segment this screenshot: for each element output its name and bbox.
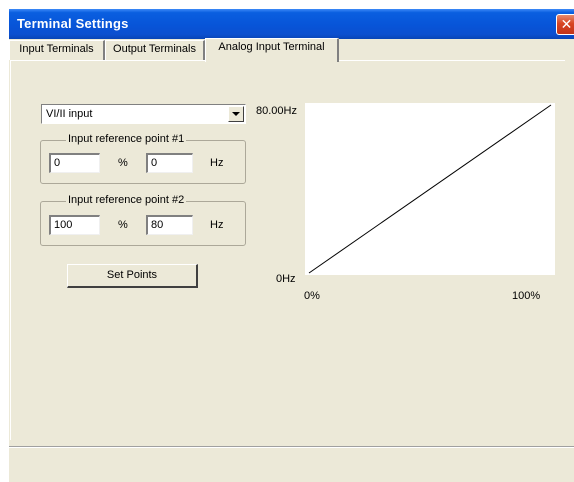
ref-point-1-percent-unit: % [118, 157, 128, 169]
input-type-value: VI/II input [46, 108, 93, 120]
close-icon[interactable]: ✕ [556, 14, 574, 35]
tab-output-terminals[interactable]: Output Terminals [105, 40, 205, 60]
ref-point-2-label: Input reference point #2 [66, 194, 187, 206]
chart-svg [308, 104, 552, 274]
x-tick-label-min: 0% [304, 290, 320, 302]
footer-divider-highlight [9, 447, 574, 448]
ref-point-2-hz-input[interactable]: 80 [146, 215, 193, 235]
ref-point-1-percent-input[interactable]: 0 [49, 153, 100, 173]
input-type-select[interactable]: VI/II input [41, 104, 246, 124]
title-bar[interactable]: Terminal Settings ✕ [9, 9, 574, 39]
ref-point-2-group: Input reference point #2 100 % 80 Hz [40, 194, 246, 246]
y-tick-label-max: 80.00Hz [256, 105, 297, 117]
ref-point-2-percent-input[interactable]: 100 [49, 215, 100, 235]
x-tick-label-max: 100% [512, 290, 541, 302]
tab-label: Output Terminals [113, 43, 196, 55]
series-line-0 [308, 104, 552, 274]
tab-input-terminals[interactable]: Input Terminals [9, 40, 105, 60]
tab-analog-input-terminal[interactable]: Analog Input Terminal [205, 38, 339, 62]
ref-point-2-hz-unit: Hz [210, 219, 224, 231]
ref-point-2-percent-unit: % [118, 219, 128, 231]
ref-point-1-label: Input reference point #1 [66, 133, 187, 145]
ref-point-1-hz-input[interactable]: 0 [146, 153, 193, 173]
tab-label: Input Terminals [19, 43, 94, 55]
ref-point-1-hz-unit: Hz [210, 157, 224, 169]
plot-area [305, 103, 555, 275]
chevron-down-icon[interactable] [228, 106, 244, 122]
y-tick-label-min: 0Hz [276, 273, 296, 285]
window-title: Terminal Settings [17, 16, 129, 31]
tab-label: Analog Input Terminal [218, 41, 325, 53]
set-points-button[interactable]: Set Points [67, 264, 198, 288]
ref-point-1-group: Input reference point #1 0 % 0 Hz [40, 133, 246, 184]
